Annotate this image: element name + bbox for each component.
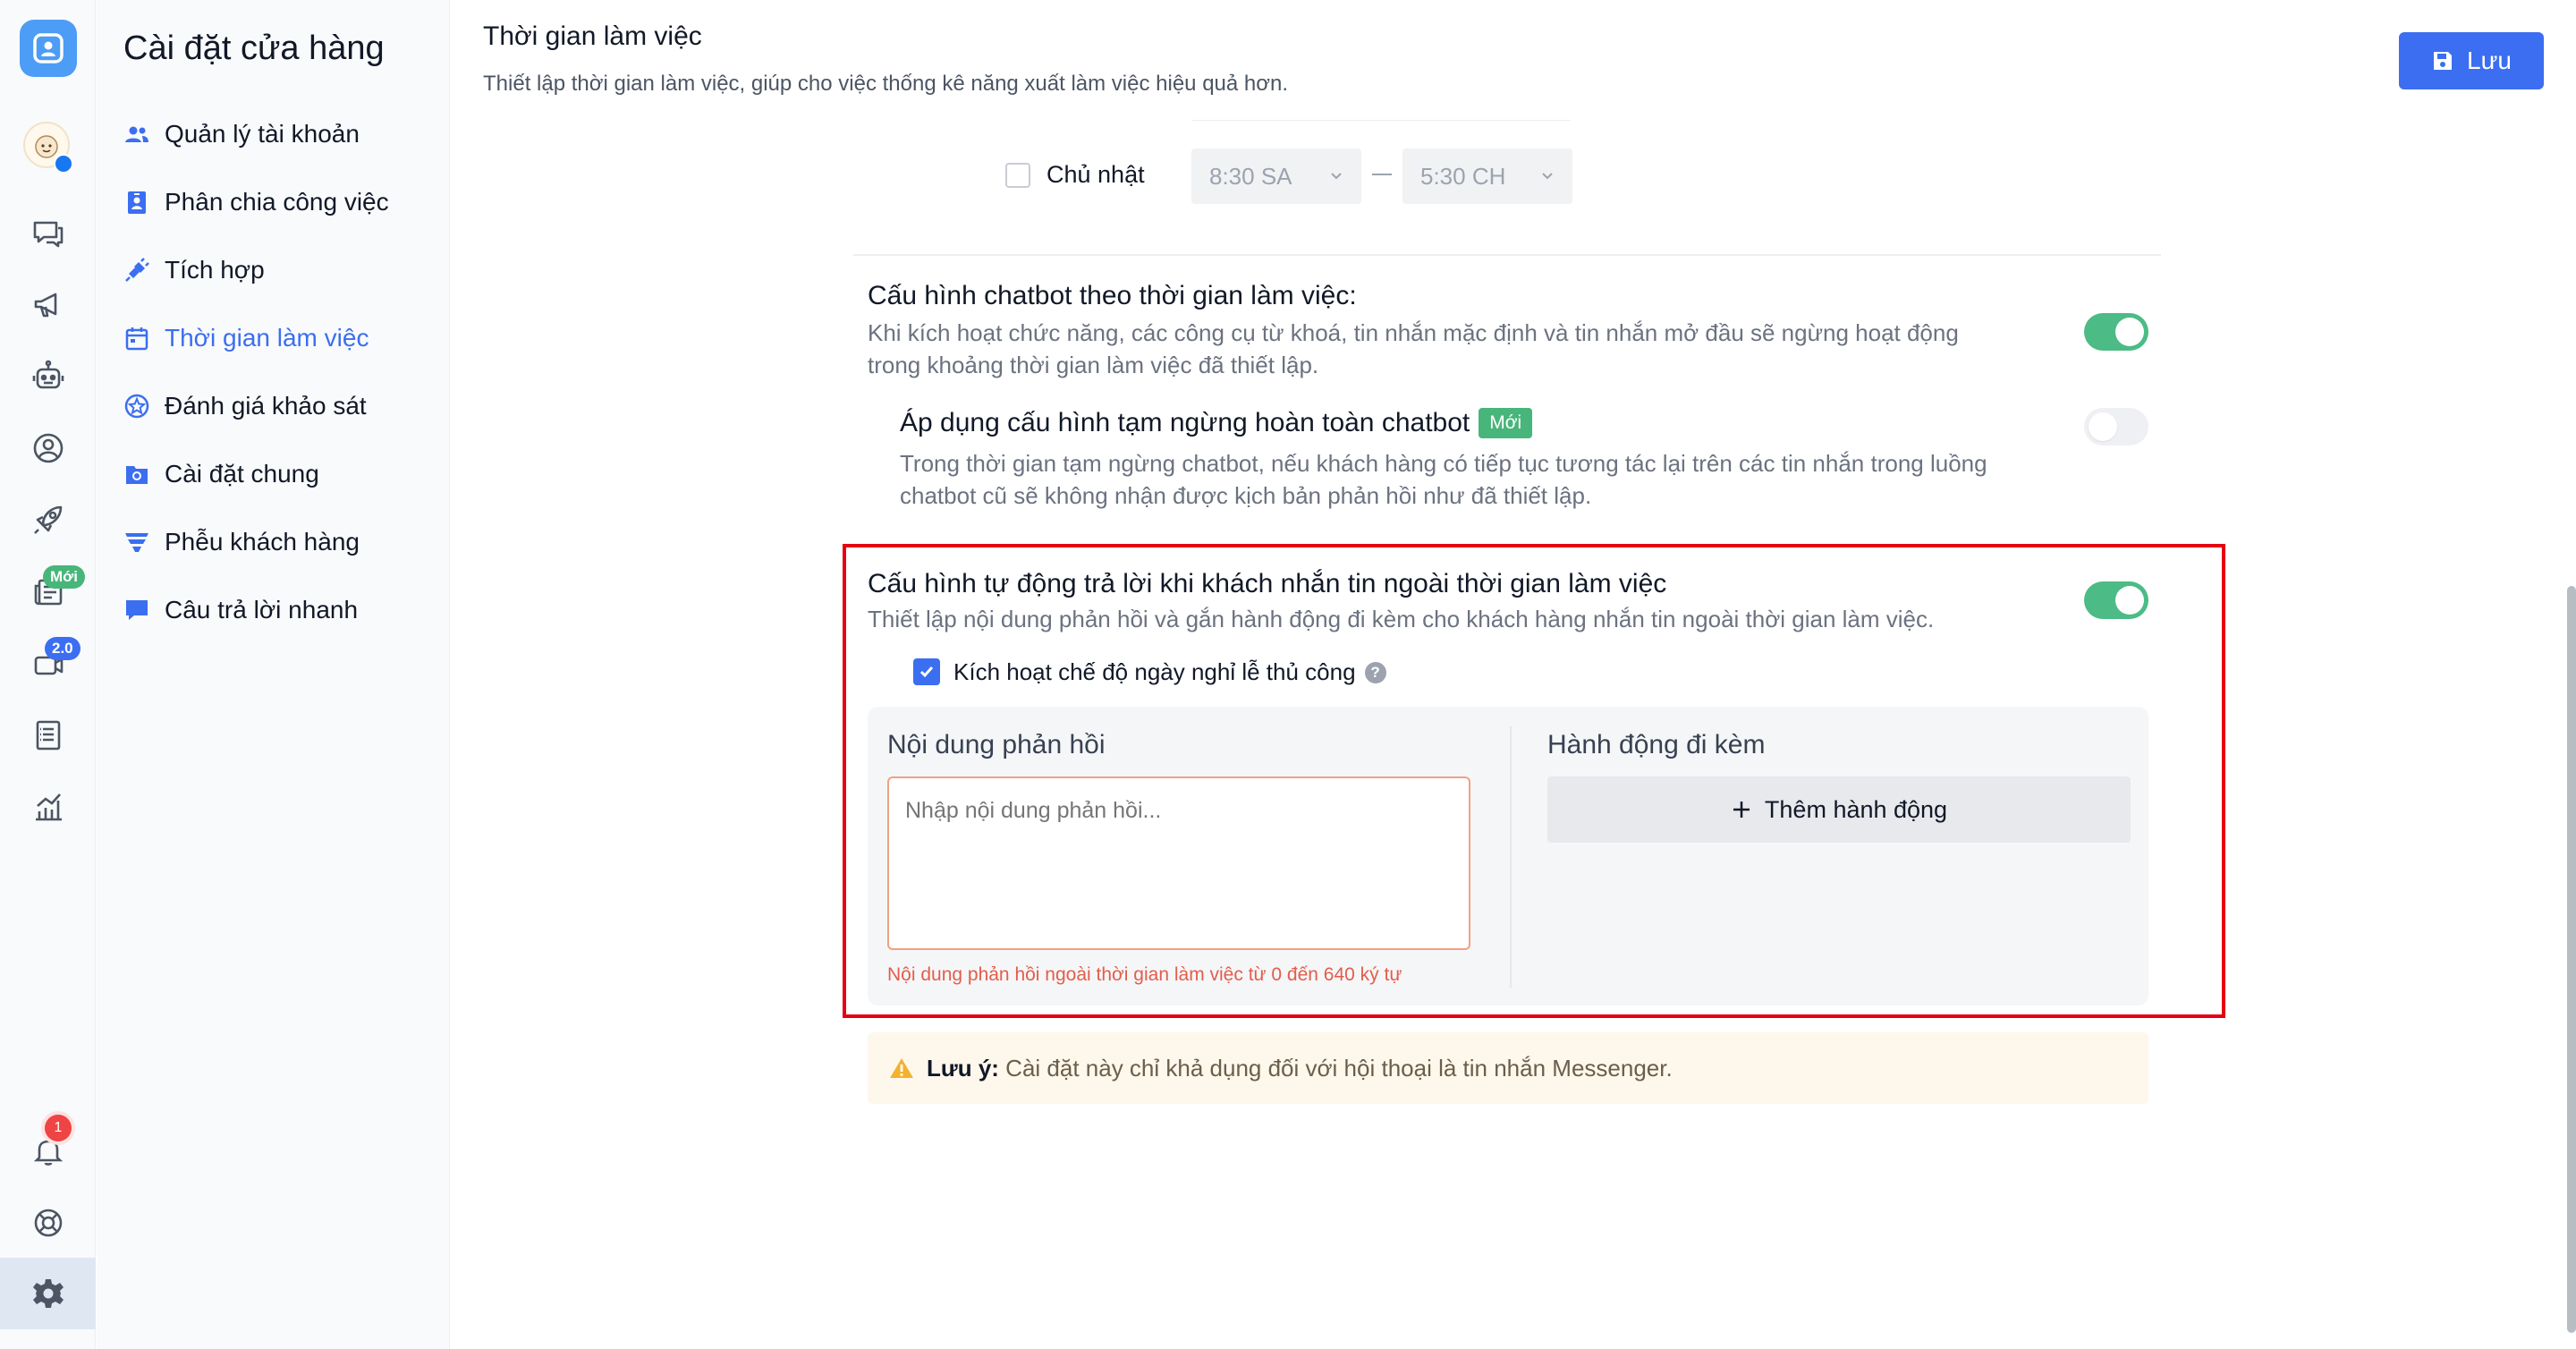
- time-range-dash: [1372, 174, 1392, 175]
- holiday-label: Kích hoạt chế độ ngày nghỉ lễ thủ công: [953, 658, 1356, 685]
- reply-content-heading: Nội dung phản hồi: [887, 730, 1106, 759]
- warning-icon: [890, 1058, 913, 1078]
- note-label: Lưu ý:: [927, 1054, 999, 1082]
- reply-content-textarea[interactable]: [887, 776, 1470, 950]
- plus-icon: [1733, 802, 1750, 818]
- sidebar-title: Cài đặt cửa hàng: [123, 30, 385, 67]
- rocket-icon[interactable]: [26, 497, 71, 542]
- day-checkbox[interactable]: [1005, 163, 1030, 188]
- add-action-button[interactable]: Thêm hành động: [1547, 776, 2131, 843]
- help-lifebuoy-icon[interactable]: [26, 1201, 71, 1245]
- facebook-icon: [54, 154, 73, 174]
- scrollbar-thumb[interactable]: [2567, 586, 2576, 1333]
- gear-icon: [32, 1279, 64, 1308]
- sidebar-item-label: Thời gian làm việc: [165, 324, 369, 352]
- auto-reply-title: Cấu hình tự động trả lời khi khách nhắn …: [868, 569, 1667, 598]
- sidebar-item-integration[interactable]: Tích hợp: [123, 249, 428, 292]
- pause-config-heading: Áp dụng cấu hình tạm ngừng hoàn toàn cha…: [900, 408, 1533, 438]
- chevron-down-icon: [1542, 173, 1553, 180]
- checkmark-icon: [919, 666, 934, 678]
- star-badge-icon: [124, 394, 149, 419]
- sidebar-item-label: Đánh giá khảo sát: [165, 392, 367, 420]
- chatbot-config-toggle[interactable]: [2084, 313, 2148, 351]
- new-badge: Mới: [43, 565, 85, 589]
- add-action-label: Thêm hành động: [1764, 795, 1948, 823]
- version-badge: 2.0: [45, 637, 80, 660]
- sidebar-item-label: Câu trả lời nhanh: [165, 596, 359, 624]
- floppy-disk-icon: [2434, 52, 2453, 70]
- schedule-separator: [1191, 120, 1571, 123]
- settings-sidebar: Cài đặt cửa hàng Quản lý tài khoản Phân …: [97, 0, 450, 1349]
- end-time-select[interactable]: 5:30 CH: [1402, 148, 1572, 204]
- sidebar-item-account-management[interactable]: Quản lý tài khoản: [123, 113, 428, 156]
- users-icon: [125, 126, 148, 142]
- reply-content-error: Nội dung phản hồi ngoài thời gian làm vi…: [887, 964, 1402, 985]
- start-time-value: 8:30 SA: [1209, 162, 1292, 190]
- holiday-checkbox[interactable]: [913, 658, 940, 685]
- schedule-row-sunday: Chủ nhật 8:30 SA 5:30 CH: [1005, 148, 1578, 204]
- section-divider: [853, 254, 2161, 256]
- day-label: Chủ nhật: [1046, 161, 1145, 188]
- pause-config-title: Áp dụng cấu hình tạm ngừng hoàn toàn cha…: [900, 408, 1470, 437]
- sidebar-item-label: Phễu khách hàng: [165, 528, 360, 556]
- megaphone-icon[interactable]: [26, 283, 71, 327]
- sidebar-item-customer-funnel[interactable]: Phễu khách hàng: [123, 521, 428, 564]
- note-text: Cài đặt này chỉ khả dụng đối với hội tho…: [1005, 1054, 1673, 1082]
- action-heading: Hành động đi kèm: [1547, 730, 1766, 759]
- sidebar-item-label: Phân chia công việc: [165, 188, 389, 216]
- page-title: Thời gian làm việc: [483, 21, 702, 51]
- report-icon[interactable]: [26, 712, 71, 757]
- id-card-icon: [128, 191, 146, 214]
- sidebar-item-label: Tích hợp: [165, 256, 265, 284]
- app-logo-icon[interactable]: [20, 20, 77, 77]
- sidebar-item-general-settings[interactable]: Cài đặt chung: [123, 453, 428, 496]
- save-label: Lưu: [2467, 47, 2512, 74]
- save-button[interactable]: Lưu: [2399, 32, 2544, 89]
- pause-config-desc: Trong thời gian tạm ngừng chatbot, nếu k…: [900, 450, 1987, 509]
- holiday-option: Kích hoạt chế độ ngày nghỉ lễ thủ công ?: [953, 658, 1386, 686]
- new-badge: Mới: [1479, 408, 1533, 438]
- message-icon: [126, 600, 148, 620]
- chatbot-config-title: Cấu hình chatbot theo thời gian làm việc…: [868, 281, 1357, 310]
- chat-icon[interactable]: [26, 211, 71, 256]
- calendar-icon: [125, 327, 148, 351]
- panel-divider: [1510, 726, 1512, 988]
- robot-icon[interactable]: [26, 354, 71, 399]
- settings-folder-icon: [126, 466, 148, 484]
- sidebar-item-label: Cài đặt chung: [165, 460, 319, 488]
- pause-config-toggle[interactable]: [2084, 408, 2148, 445]
- auto-reply-desc: Thiết lập nội dung phản hồi và gắn hành …: [868, 606, 1935, 632]
- end-time-value: 5:30 CH: [1420, 162, 1506, 190]
- start-time-select[interactable]: 8:30 SA: [1191, 148, 1361, 204]
- page-subtitle: Thiết lập thời gian làm việc, giúp cho v…: [483, 72, 1288, 96]
- auto-reply-toggle[interactable]: [2084, 581, 2148, 619]
- plug-icon: [125, 258, 149, 282]
- user-circle-icon[interactable]: [26, 426, 71, 471]
- funnel-icon: [125, 533, 148, 552]
- sidebar-item-working-time[interactable]: Thời gian làm việc: [123, 317, 428, 360]
- icon-rail: Mới 2.0 1: [0, 0, 96, 1349]
- sidebar-item-work-assignment[interactable]: Phân chia công việc: [123, 181, 428, 224]
- sidebar-item-survey-rating[interactable]: Đánh giá khảo sát: [123, 385, 428, 428]
- settings-nav-item[interactable]: [0, 1258, 96, 1329]
- sidebar-item-label: Quản lý tài khoản: [165, 120, 360, 148]
- question-icon[interactable]: ?: [1364, 661, 1386, 683]
- chevron-down-icon: [1331, 173, 1342, 180]
- notification-count-badge: 1: [45, 1115, 72, 1141]
- messenger-note: Lưu ý: Cài đặt này chỉ khả dụng đối với …: [868, 1032, 2148, 1104]
- sidebar-item-quick-replies[interactable]: Câu trả lời nhanh: [123, 589, 428, 632]
- page-avatar[interactable]: [23, 122, 73, 181]
- chatbot-config-desc: Khi kích hoạt chức năng, các công cụ từ …: [868, 319, 1959, 378]
- analytics-icon[interactable]: [26, 784, 71, 828]
